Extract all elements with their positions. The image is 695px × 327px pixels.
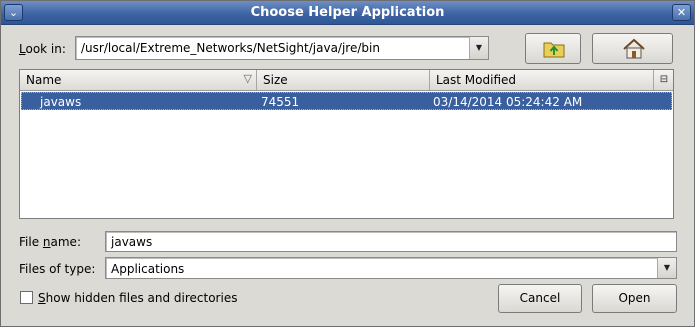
chevron-down-icon[interactable]: ▼: [469, 37, 488, 59]
look-in-label: Look in:: [19, 42, 66, 56]
file-type-value: Applications: [111, 262, 185, 276]
column-chooser-icon[interactable]: ⊟: [655, 70, 673, 90]
cancel-button[interactable]: Cancel: [498, 284, 582, 313]
file-list-table[interactable]: Name ▽ Size Last Modified ⊟ javaws 74551…: [19, 69, 674, 219]
column-header-name[interactable]: Name ▽: [20, 70, 257, 90]
file-name-input[interactable]: [106, 232, 676, 251]
window-title: Choose Helper Application: [250, 5, 445, 20]
column-header-modified[interactable]: Last Modified: [430, 70, 654, 90]
column-header-size-label: Size: [263, 73, 288, 87]
row-name: javaws: [40, 95, 82, 109]
up-folder-button[interactable]: [525, 33, 581, 64]
file-chooser-dialog: ⌄ Choose Helper Application ✕ Look in: /…: [0, 0, 695, 327]
cancel-button-label: Cancel: [519, 291, 561, 305]
show-hidden-checkbox[interactable]: [20, 291, 33, 304]
title-bar[interactable]: ⌄ Choose Helper Application ✕: [1, 1, 694, 25]
sort-indicator-icon: ▽: [243, 72, 252, 85]
show-hidden-label[interactable]: Show hidden files and directories: [38, 291, 237, 305]
look-in-combo[interactable]: /usr/local/Extreme_Networks/NetSight/jav…: [75, 36, 489, 60]
file-type-combo[interactable]: Applications ▼: [105, 257, 677, 279]
file-name-label: File name:: [19, 235, 81, 249]
file-type-label: Files of type:: [19, 262, 96, 276]
column-header-modified-label: Last Modified: [436, 73, 517, 87]
row-size: 74551: [261, 95, 300, 109]
look-in-path: /usr/local/Extreme_Networks/NetSight/jav…: [81, 41, 380, 55]
home-button[interactable]: [592, 33, 673, 64]
close-icon[interactable]: ✕: [672, 4, 691, 21]
table-row[interactable]: javaws 74551 03/14/2014 05:24:42 AM: [21, 92, 672, 110]
folder-up-icon: [543, 42, 565, 58]
open-button[interactable]: Open: [592, 284, 677, 313]
chevron-down-icon[interactable]: ▼: [657, 258, 676, 278]
open-button-label: Open: [618, 291, 651, 305]
home-icon: [623, 38, 645, 59]
file-name-field[interactable]: [105, 231, 677, 252]
row-modified: 03/14/2014 05:24:42 AM: [433, 95, 583, 109]
column-header-size[interactable]: Size: [257, 70, 430, 90]
table-header: Name ▽ Size Last Modified ⊟: [20, 70, 673, 91]
column-header-name-label: Name: [26, 73, 62, 87]
